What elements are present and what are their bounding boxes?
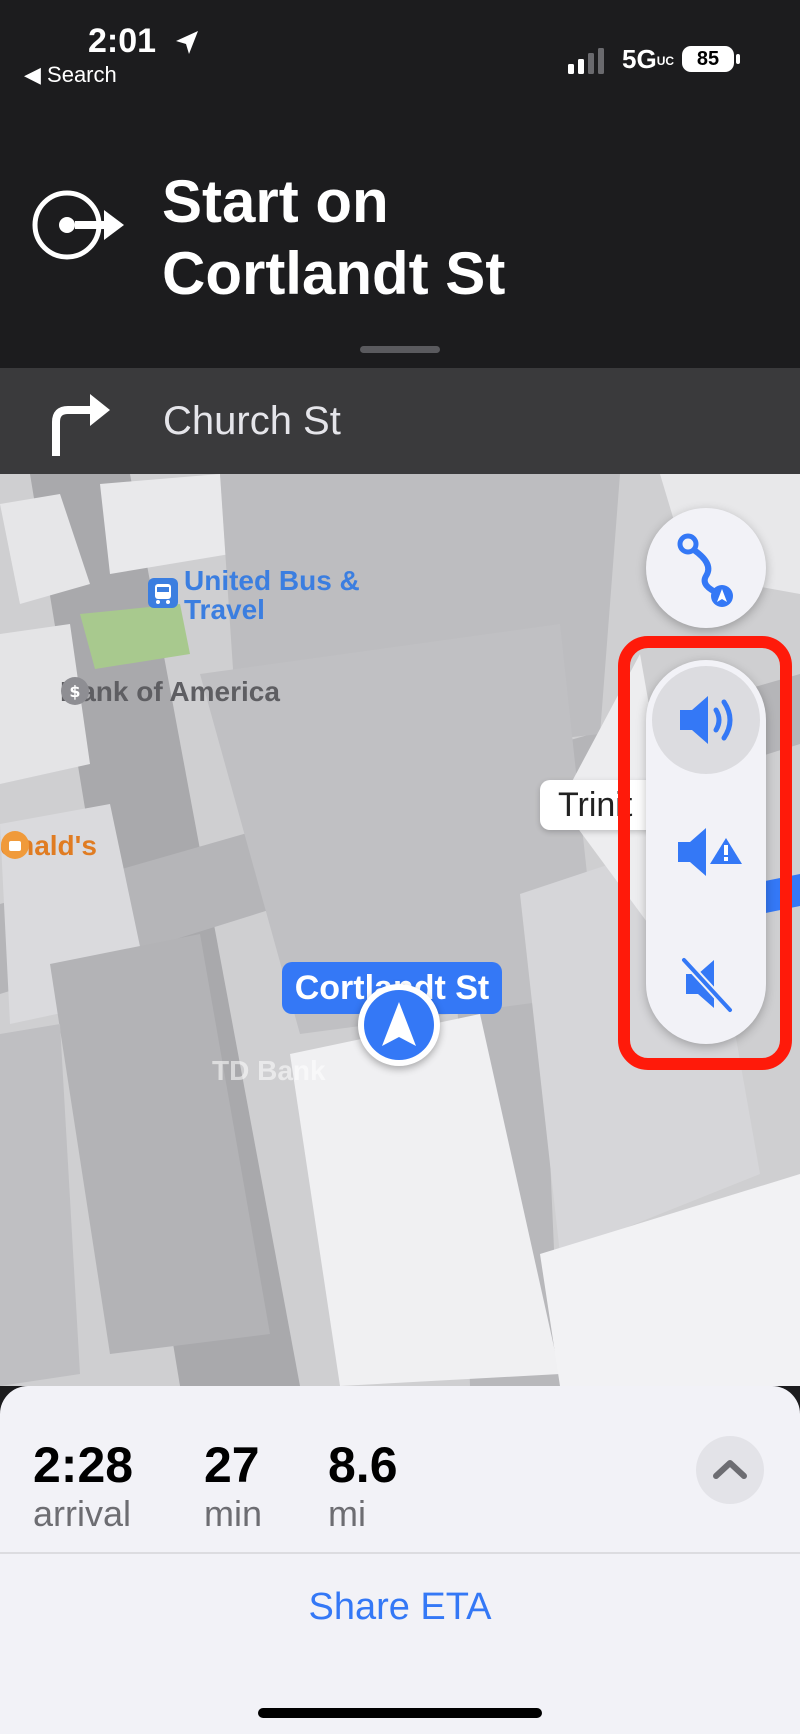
poi-td-bank[interactable]: TD Bank	[212, 1055, 326, 1087]
status-time: 2:01	[88, 22, 157, 60]
trip-summary-card[interactable]: 2:28 arrival 27 min 8.6 mi Share ETA	[0, 1386, 800, 1734]
chevron-up-icon	[713, 1460, 747, 1479]
start-arrow-icon	[32, 190, 124, 260]
highlight-annotation	[618, 636, 792, 1070]
distance-stat: 8.6 mi	[328, 1436, 398, 1534]
battery-icon: 85	[682, 46, 734, 72]
maneuver-instruction: Start on Cortlandt St	[162, 166, 762, 310]
signal-icon	[568, 48, 604, 74]
share-eta-button[interactable]: Share ETA	[0, 1586, 800, 1629]
arrival-time-label: arrival	[33, 1493, 132, 1534]
expand-card-button[interactable]	[696, 1436, 764, 1504]
navigation-banner[interactable]: Start on Cortlandt St	[0, 110, 800, 368]
duration-value: 27	[204, 1437, 260, 1493]
food-icon	[1, 831, 29, 859]
location-arrow-icon	[176, 31, 198, 54]
poi-bus-label: United Bus & Travel	[184, 565, 360, 625]
user-location-puck	[358, 984, 440, 1066]
route-icon	[677, 533, 733, 607]
arrival-time-value: 2:28	[33, 1437, 134, 1493]
poi-bank-label: Bank of America	[60, 676, 280, 707]
bank-icon: $	[61, 677, 89, 705]
next-step-banner[interactable]: Church St	[0, 368, 800, 474]
poi-bank-of-america[interactable]: $ Bank of America	[60, 676, 280, 708]
svg-text:$: $	[69, 682, 80, 701]
instruction-line-1: Start on	[162, 168, 389, 235]
duration-stat: 27 min	[204, 1436, 262, 1534]
distance-value: 8.6	[328, 1437, 398, 1493]
back-to-search-link[interactable]: ◀ Search	[24, 62, 117, 88]
duration-label: min	[204, 1493, 263, 1534]
battery-nub	[736, 54, 740, 64]
instruction-line-2: Cortlandt St	[162, 240, 506, 307]
route-overview-button[interactable]	[646, 508, 766, 628]
arrival-time-stat: 2:28 arrival	[33, 1436, 133, 1534]
status-bar: 2:01 ◀ Search 5GUC 85	[0, 0, 800, 110]
turn-right-icon	[52, 394, 110, 456]
poi-mcdonalds[interactable]: onald's	[0, 830, 97, 862]
distance-label: mi	[328, 1493, 366, 1534]
home-indicator[interactable]	[258, 1708, 542, 1718]
network-type: 5GUC	[622, 44, 675, 74]
next-street-name: Church St	[163, 399, 341, 443]
bus-icon	[148, 578, 178, 608]
banner-grabber[interactable]	[360, 346, 440, 353]
navigation-arrow-icon	[382, 1002, 416, 1046]
network-suffix: UC	[656, 54, 675, 69]
card-divider	[0, 1552, 800, 1554]
